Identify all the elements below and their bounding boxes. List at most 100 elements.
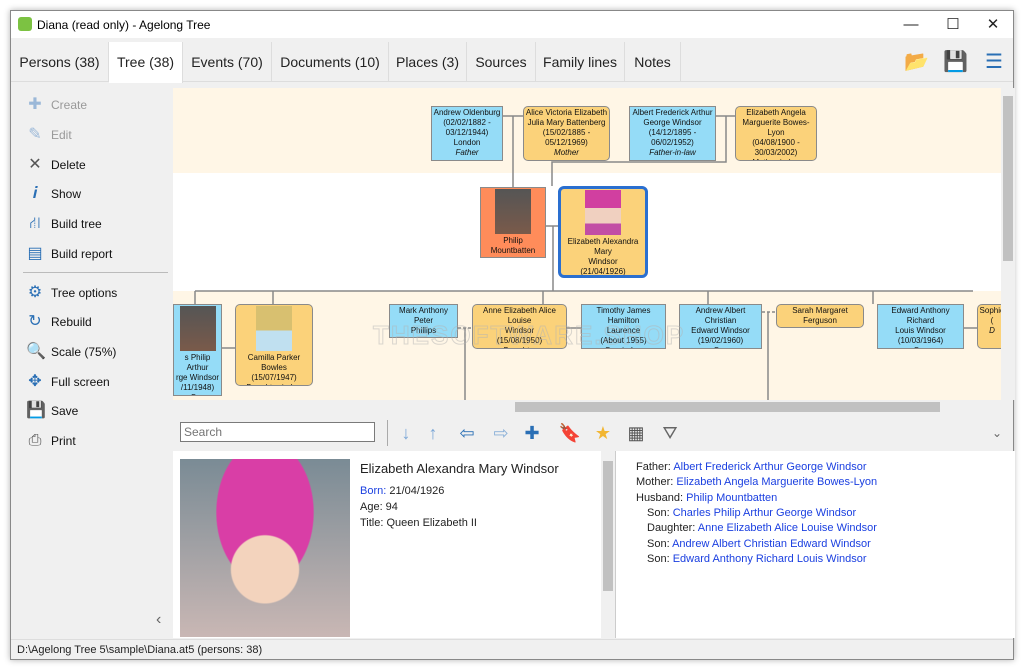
sidebar-label: Rebuild xyxy=(51,315,92,329)
sidebar-build-button[interactable]: ⛙ Build tree xyxy=(18,211,173,237)
info-icon: 𝒊 xyxy=(32,185,38,202)
tree-filter-icon[interactable]: ⛛ xyxy=(658,421,682,445)
sidebar-label: Delete xyxy=(51,158,86,172)
minimize-button[interactable]: — xyxy=(891,11,931,38)
arrow-up-icon[interactable]: ↑ xyxy=(421,421,445,445)
refresh-icon: ↻ xyxy=(28,313,42,330)
grid-icon[interactable]: ▦ xyxy=(624,421,648,445)
sidebar-divider xyxy=(23,272,168,273)
sidebar-delete-button[interactable]: ✕ Delete xyxy=(18,152,173,178)
node-role: Father-in-law xyxy=(649,148,696,157)
node-text: 03/12/1944) xyxy=(445,128,489,137)
sidebar-scale-button[interactable]: 🔍 Scale (75%) xyxy=(18,339,173,365)
person-node[interactable]: Edward Anthony Richard Louis Windsor (10/0… xyxy=(877,304,964,349)
tree-vertical-scrollbar[interactable] xyxy=(1001,88,1015,400)
node-text: Albert Frederick Arthur xyxy=(632,108,713,117)
tab-documents[interactable]: Documents (10) xyxy=(272,42,389,82)
tab-tree[interactable]: Tree (38) xyxy=(109,42,183,83)
gear-icon: ⚙ xyxy=(27,284,43,301)
bookmark-icon[interactable]: 🔖 xyxy=(558,421,582,445)
sidebar-rebuild-button[interactable]: ↻ Rebuild xyxy=(18,309,173,335)
save-icon: 💾 xyxy=(26,402,46,419)
node-role: Son xyxy=(174,393,221,395)
born-link[interactable]: Born: xyxy=(360,485,386,497)
open-folder-icon[interactable]: 📂 xyxy=(904,50,929,74)
add-bookmark-icon[interactable]: ✚ xyxy=(520,421,544,445)
sidebar-edit-button[interactable]: ✎ Edit xyxy=(18,122,173,148)
details-scrollbar[interactable] xyxy=(601,451,615,638)
tab-family[interactable]: Family lines xyxy=(536,42,625,82)
node-text: Marguerite Bowes-Lyon xyxy=(742,118,810,137)
person-node[interactable]: Elizabeth Angela Marguerite Bowes-Lyon (04… xyxy=(735,106,817,161)
tree-horizontal-scrollbar[interactable] xyxy=(173,400,1001,414)
node-text: London xyxy=(453,138,481,147)
tab-persons[interactable]: Persons (38) xyxy=(11,42,109,82)
relation-link[interactable]: Philip Mountbatten xyxy=(686,492,777,504)
forward-icon[interactable]: ⇨ xyxy=(489,421,513,445)
relation-row: Daughter: Anne Elizabeth Alice Louise Wi… xyxy=(647,522,877,534)
person-title: Title: Queen Elizabeth II xyxy=(360,517,477,529)
relation-row: Son: Charles Philip Arthur George Windso… xyxy=(647,507,856,519)
arrow-down-icon[interactable]: ↓ xyxy=(394,421,418,445)
node-text: Andrew Oldenburg xyxy=(433,108,501,117)
node-text: Edward Windsor xyxy=(691,326,750,335)
relation-link[interactable]: Anne Elizabeth Alice Louise Windsor xyxy=(698,522,877,534)
star-icon[interactable]: ★ xyxy=(591,421,615,445)
sidebar-build-button[interactable]: ▤ Build report xyxy=(18,241,173,267)
person-node[interactable]: Sophie(D xyxy=(977,304,1001,349)
maximize-button[interactable]: ☐ xyxy=(933,11,973,38)
node-text: Alice Victoria Elizabeth xyxy=(525,108,608,117)
person-node[interactable]: Camilla Parker Bowles(15/07/1947)Daughte… xyxy=(235,304,313,386)
printer-icon: ⎙ xyxy=(28,432,42,449)
relation-link[interactable]: Albert Frederick Arthur George Windsor xyxy=(673,461,866,473)
person-node[interactable]: Elizabeth Alexandra Mary Windsor (21/04/19… xyxy=(558,186,648,278)
node-text: Camilla Parker Bowles xyxy=(247,353,301,372)
node-text: 30/03/2002) xyxy=(754,148,798,157)
node-text: s Philip Arthur xyxy=(184,353,211,372)
tab-notes[interactable]: Notes xyxy=(625,42,681,82)
relation-row: Mother: Elizabeth Angela Marguerite Bowe… xyxy=(636,476,877,488)
node-role: Daughter-in-law xyxy=(236,383,312,385)
sidebar-full-button[interactable]: ✥ Full screen xyxy=(18,369,173,395)
sidebar-show-button[interactable]: 𝒊 Show xyxy=(18,181,173,207)
save-icon[interactable]: 💾 xyxy=(943,50,968,74)
search-input[interactable] xyxy=(180,422,375,442)
sidebar-label: Print xyxy=(51,434,76,448)
family-tree-canvas[interactable]: Andrew Oldenburg (02/02/1882 -03/12/1944)… xyxy=(173,88,1001,400)
person-node[interactable]: Philip Mountbatten(10/06/1921) xyxy=(480,187,546,258)
sidebar-create-button[interactable]: ✚ Create xyxy=(18,92,173,118)
sidebar-save-button[interactable]: 💾 Save xyxy=(18,398,173,424)
relation-link[interactable]: Elizabeth Angela Marguerite Bowes-Lyon xyxy=(676,476,877,488)
relation-label: Son: xyxy=(647,537,670,550)
relation-row: Father: Albert Frederick Arthur George W… xyxy=(636,461,867,473)
relation-link[interactable]: Charles Philip Arthur George Windsor xyxy=(673,507,856,519)
tab-events[interactable]: Events (70) xyxy=(183,42,272,82)
collapse-sidebar-button[interactable]: ‹ xyxy=(156,611,161,629)
person-node[interactable]: Sarah Margaret Ferguson(15/10/1959) xyxy=(776,304,864,328)
sidebar-label: Create xyxy=(51,98,88,112)
sidebar-print-button[interactable]: ⎙ Print xyxy=(18,428,173,454)
sidebar-tree-button[interactable]: ⚙ Tree options xyxy=(18,280,173,306)
tab-places[interactable]: Places (3) xyxy=(389,42,467,82)
node-text: (15/10/1959) xyxy=(777,326,863,327)
person-node[interactable]: Alice Victoria Elizabeth Julia Mary Batte… xyxy=(523,106,610,161)
node-text: Andrew Albert Christian xyxy=(695,306,746,325)
sidebar-label: Tree options xyxy=(51,286,118,300)
relation-link[interactable]: Andrew Albert Christian Edward Windsor xyxy=(672,538,871,550)
menu-icon[interactable]: ☰ xyxy=(982,50,1006,74)
node-text: rge Windsor xyxy=(175,373,220,382)
person-node[interactable]: Andrew Albert Christian Edward Windsor (19… xyxy=(679,304,762,349)
relation-link[interactable]: Edward Anthony Richard Louis Windsor xyxy=(673,553,867,565)
relation-row: Husband: Philip Mountbatten xyxy=(636,492,777,504)
person-node[interactable]: Albert Frederick Arthur George Windsor (14… xyxy=(629,106,716,161)
node-text: (14/12/1895 - xyxy=(648,128,697,137)
tab-sources[interactable]: Sources xyxy=(467,42,536,82)
sidebar-label: Build report xyxy=(51,247,113,261)
person-node[interactable]: Andrew Oldenburg (02/02/1882 -03/12/1944)… xyxy=(431,106,503,161)
back-icon[interactable]: ⇦ xyxy=(455,421,479,445)
expand-chevron-icon[interactable]: ⌄ xyxy=(985,421,1009,445)
person-node[interactable]: s Philip Arthurrge Windsor/11/1948)Son xyxy=(173,304,222,396)
close-button[interactable]: ✕ xyxy=(973,11,1013,38)
sidebar-label: Full screen xyxy=(51,375,110,389)
status-bar: D:\Agelong Tree 5\sample\Diana.at5 (pers… xyxy=(11,639,1013,660)
